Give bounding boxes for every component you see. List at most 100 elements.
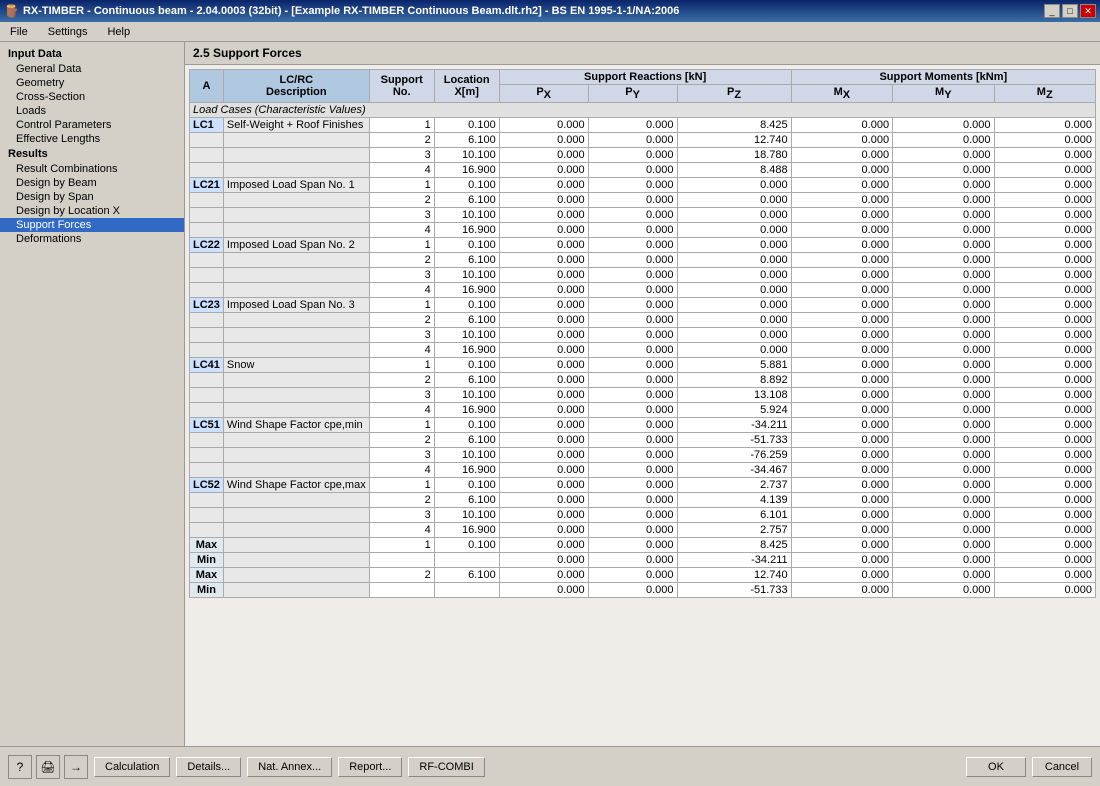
table-row: 4 [369, 283, 434, 298]
table-row: 0.000 [791, 118, 892, 133]
table-desc-cell [223, 523, 369, 538]
rf-combi-button[interactable]: RF-COMBI [408, 757, 484, 777]
window-title: RX-TIMBER - Continuous beam - 2.04.0003 … [23, 5, 679, 17]
menu-file[interactable]: File [4, 25, 34, 39]
sidebar-item-general-data[interactable]: General Data [0, 62, 184, 76]
table-row: 6.100 [434, 373, 499, 388]
table-row: 1 [369, 478, 434, 493]
sidebar-item-loads[interactable]: Loads [0, 104, 184, 118]
table-row: 0.000 [893, 553, 994, 568]
sidebar-item-design-by-beam[interactable]: Design by Beam [0, 176, 184, 190]
sidebar-item-control-params[interactable]: Control Parameters [0, 118, 184, 132]
table-lc-cell: LC41 [190, 358, 224, 373]
support-forces-table: A LC/RCDescription SupportNo. LocationX[… [189, 69, 1096, 598]
table-row: 0.000 [893, 463, 994, 478]
sidebar-item-design-by-span[interactable]: Design by Span [0, 190, 184, 204]
table-row: 0.000 [791, 418, 892, 433]
table-row: 2 [369, 433, 434, 448]
col-header-pz: PZ [677, 85, 791, 103]
table-row: 10.100 [434, 508, 499, 523]
help-icon-button[interactable]: ? [8, 755, 32, 779]
table-row: 0.000 [994, 298, 1096, 313]
table-lc-cell [190, 253, 224, 268]
sidebar-item-geometry[interactable]: Geometry [0, 76, 184, 90]
table-row: 0.000 [893, 373, 994, 388]
table-lc-cell [190, 328, 224, 343]
table-row: 0.000 [893, 133, 994, 148]
maximize-button[interactable]: □ [1062, 4, 1078, 18]
table-row: 0.000 [893, 148, 994, 163]
calculation-button[interactable]: Calculation [94, 757, 170, 777]
table-row: 0.000 [588, 223, 677, 238]
sidebar-item-effective-lengths[interactable]: Effective Lengths [0, 132, 184, 146]
table-desc-cell [223, 208, 369, 223]
table-container[interactable]: A LC/RCDescription SupportNo. LocationX[… [185, 65, 1100, 746]
table-row: 0.000 [994, 493, 1096, 508]
close-button[interactable]: ✕ [1080, 4, 1096, 18]
table-lc-cell: LC23 [190, 298, 224, 313]
table-desc-cell: Snow [223, 358, 369, 373]
table-desc-cell [223, 283, 369, 298]
table-row: 0.100 [434, 358, 499, 373]
table-row: 2.737 [677, 478, 791, 493]
table-row: 0.000 [588, 133, 677, 148]
table-row [369, 553, 434, 568]
table-row: 0.000 [791, 313, 892, 328]
table-row: 0.000 [499, 313, 588, 328]
table-row: 0.000 [588, 523, 677, 538]
details-button[interactable]: Details... [176, 757, 241, 777]
table-row: 0.000 [994, 313, 1096, 328]
table-row: 0.000 [588, 418, 677, 433]
table-summary-type: Max [190, 538, 224, 553]
table-lc-cell: LC21 [190, 178, 224, 193]
table-row: 0.000 [791, 553, 892, 568]
table-row: 0.000 [994, 463, 1096, 478]
table-row: 1 [369, 118, 434, 133]
table-row [434, 583, 499, 598]
sidebar-item-deformations[interactable]: Deformations [0, 232, 184, 246]
print-icon-button[interactable]: 🖨 [36, 755, 60, 779]
table-lc-cell: LC52 [190, 478, 224, 493]
table-row: 1 [369, 418, 434, 433]
table-row: 5.924 [677, 403, 791, 418]
nat-annex-button[interactable]: Nat. Annex... [247, 757, 332, 777]
table-row: 0.000 [499, 463, 588, 478]
sidebar-item-cross-section[interactable]: Cross-Section [0, 90, 184, 104]
sidebar-item-support-forces[interactable]: Support Forces [0, 218, 184, 232]
table-row: 0.000 [499, 493, 588, 508]
table-row: 0.000 [588, 163, 677, 178]
bottom-bar: ? 🖨 → Calculation Details... Nat. Annex.… [0, 746, 1100, 786]
menu-help[interactable]: Help [101, 25, 136, 39]
table-row: 0.000 [588, 583, 677, 598]
table-row: 0.000 [893, 238, 994, 253]
sidebar-item-result-combinations[interactable]: Result Combinations [0, 162, 184, 176]
table-row: 3 [369, 148, 434, 163]
table-row: 0.000 [499, 478, 588, 493]
table-row: 0.000 [994, 583, 1096, 598]
table-row: 1 [369, 298, 434, 313]
table-row: 0.000 [893, 418, 994, 433]
table-row: 0.100 [434, 178, 499, 193]
table-row: 6.100 [434, 133, 499, 148]
ok-button[interactable]: OK [966, 757, 1026, 777]
menu-settings[interactable]: Settings [42, 25, 94, 39]
table-row: 0.100 [434, 418, 499, 433]
sidebar: Input Data General Data Geometry Cross-S… [0, 42, 185, 746]
sidebar-item-design-by-location[interactable]: Design by Location X [0, 204, 184, 218]
minimize-button[interactable]: _ [1044, 4, 1060, 18]
table-row: 0.000 [893, 448, 994, 463]
table-row: 0.000 [791, 163, 892, 178]
table-row: 10.100 [434, 148, 499, 163]
table-row: 0.000 [791, 223, 892, 238]
export-icon-button[interactable]: → [64, 755, 88, 779]
table-row: 8.425 [677, 118, 791, 133]
table-row: 0.000 [994, 118, 1096, 133]
table-row: 0.000 [791, 283, 892, 298]
table-row: 0.000 [791, 193, 892, 208]
cancel-button[interactable]: Cancel [1032, 757, 1092, 777]
table-row: 0.000 [893, 283, 994, 298]
table-row: 0.000 [677, 298, 791, 313]
table-row: -51.733 [677, 583, 791, 598]
report-button[interactable]: Report... [338, 757, 402, 777]
table-row: 0.000 [499, 358, 588, 373]
